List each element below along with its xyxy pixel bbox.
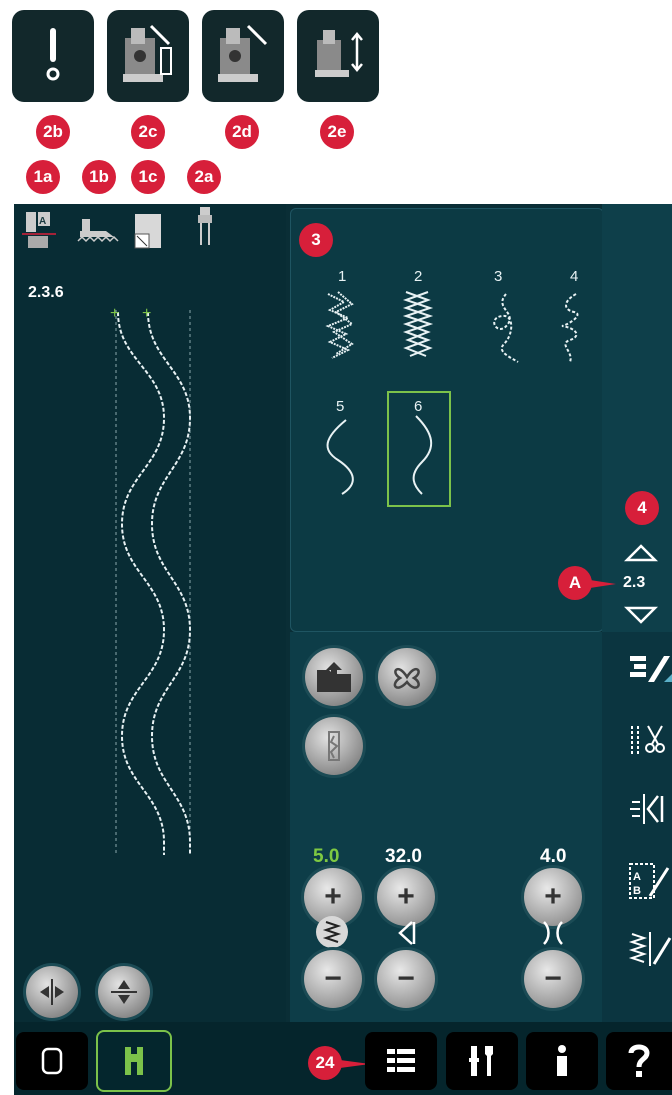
svg-text:A: A <box>633 871 641 883</box>
callout-A: A <box>558 566 592 600</box>
stitch-edit-icon[interactable] <box>628 928 672 970</box>
mirror-side-button[interactable] <box>26 966 78 1018</box>
selection-menu-button[interactable] <box>365 1032 437 1090</box>
callout-2b: 2b <box>36 115 70 149</box>
callout-1c: 1c <box>131 160 165 194</box>
callout-2c: 2c <box>131 115 165 149</box>
length-decrease-button[interactable]: − <box>377 950 435 1008</box>
presser-foot-ruler-icon <box>123 24 172 82</box>
pattern-button[interactable] <box>378 648 436 706</box>
stitch-6-selected-frame[interactable] <box>387 391 451 507</box>
help-question-icon <box>628 1044 650 1077</box>
stitch-5[interactable] <box>326 419 354 495</box>
tension-value: 4.0 <box>540 846 567 867</box>
scroll-down-icon[interactable] <box>624 604 658 626</box>
stitch-3-label: 3 <box>494 268 503 285</box>
thread-cutter-icon[interactable] <box>628 722 672 758</box>
stitch-1-label: 1 <box>338 268 347 285</box>
svg-text:A: A <box>39 216 46 227</box>
presser-foot-pressure-icon <box>315 30 363 77</box>
stitch-scroll-bar <box>602 204 672 632</box>
mirror-end-to-end-button[interactable] <box>98 966 150 1018</box>
info-icon <box>557 1045 567 1076</box>
info-button[interactable] <box>526 1032 598 1090</box>
callout-4: 4 <box>625 491 659 525</box>
stitch-length-icon <box>398 921 416 945</box>
stitch-width-value: 5.0 <box>313 846 340 867</box>
callout-24: 24 <box>308 1046 342 1080</box>
callout-A-arrow <box>590 580 616 588</box>
mirror-side-icon <box>40 979 64 1005</box>
save-stitch-button[interactable] <box>305 648 363 706</box>
mirror-end-button[interactable] <box>305 717 363 775</box>
sewing-mode-icon <box>125 1047 143 1075</box>
stitch-1[interactable] <box>325 291 354 359</box>
mirror-end-icon <box>111 980 137 1004</box>
svg-text:B: B <box>633 885 641 897</box>
callout-3: 3 <box>299 223 333 257</box>
presser-foot-lift-icon <box>218 24 268 82</box>
svg-text:+: + <box>110 305 119 322</box>
callout-1b: 1b <box>82 160 116 194</box>
lettering-icon[interactable]: A B <box>628 860 672 902</box>
stitch-4-label: 4 <box>570 268 579 285</box>
needle-position-tile <box>12 10 94 102</box>
stitch-grid <box>325 291 579 507</box>
tapering-icon[interactable] <box>628 790 672 828</box>
embroidery-mode-button[interactable] <box>16 1032 88 1090</box>
stitch-width-icon <box>316 916 348 948</box>
callout-1a: 1a <box>26 160 60 194</box>
presser-foot-height-tile <box>107 10 189 102</box>
scroll-up-icon[interactable] <box>624 542 658 564</box>
stitch-preview: + + <box>110 305 192 855</box>
quick-help-button[interactable] <box>606 1032 672 1090</box>
folder-icon <box>317 662 351 692</box>
width-decrease-button[interactable]: − <box>304 950 362 1008</box>
stitch-3[interactable] <box>493 293 519 363</box>
needle-icon <box>46 28 60 81</box>
stitch-program-icon[interactable] <box>628 650 672 690</box>
stitch-6[interactable] <box>412 415 432 495</box>
stitch-length-value: 32.0 <box>385 846 422 867</box>
embroidery-hoop-icon <box>41 1047 63 1075</box>
stitch-4[interactable] <box>561 293 579 363</box>
twin-needle-icon <box>198 207 212 245</box>
tension-decrease-button[interactable]: − <box>524 950 582 1008</box>
presser-foot-1a-icon: A <box>22 212 56 248</box>
tension-icon <box>543 921 563 945</box>
stabilizer-icon <box>134 214 161 249</box>
callout-2a: 2a <box>187 160 221 194</box>
presser-foot-pressure-tile <box>297 10 379 102</box>
callout-2e: 2e <box>320 115 354 149</box>
menu-list-icon <box>387 1049 415 1072</box>
page-indicator: 2.3 <box>623 574 646 591</box>
callout-2d: 2d <box>225 115 259 149</box>
settings-menu-button[interactable] <box>446 1032 518 1090</box>
stitch-2-label: 2 <box>414 268 423 285</box>
svg-text:+: + <box>142 305 151 322</box>
pattern-icon <box>393 667 420 689</box>
stitch-end-icon <box>328 731 340 761</box>
presser-foot-lift-tile <box>202 10 284 102</box>
settings-tools-icon <box>469 1046 493 1076</box>
sewing-mode-button[interactable] <box>96 1030 172 1092</box>
stitch-2[interactable] <box>402 291 434 357</box>
feed-dogs-icon <box>77 219 119 243</box>
